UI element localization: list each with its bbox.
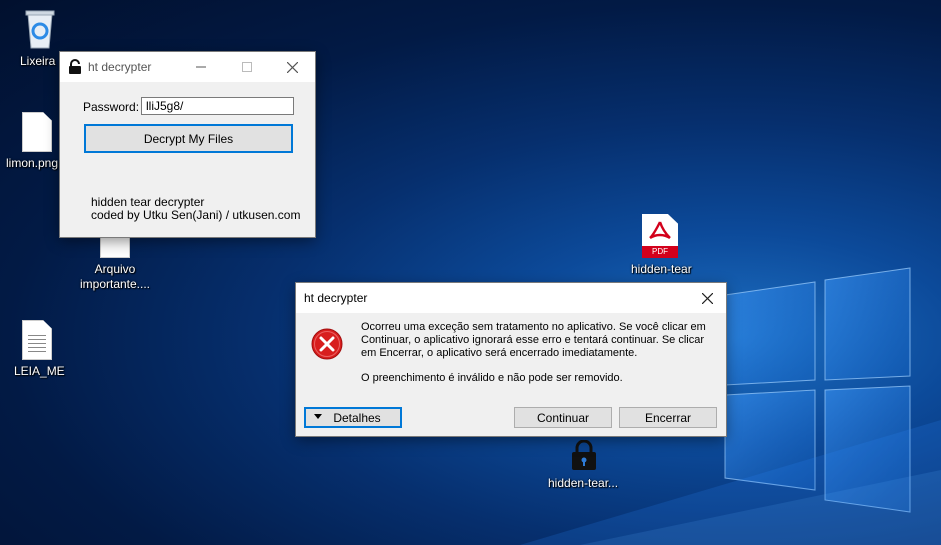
dialog-title: ht decrypter: [304, 291, 368, 305]
password-label: Password:: [83, 100, 140, 114]
error-detail: O preenchimento é inválido e não pode se…: [361, 372, 623, 384]
close-icon: [286, 61, 298, 73]
close-icon: [701, 292, 713, 304]
maximize-button[interactable]: [224, 52, 270, 82]
details-button-label: Detalhes: [333, 410, 381, 425]
error-dialog: ht decrypter Ocorreu uma exceção sem tra…: [296, 283, 726, 436]
quit-button-label: Encerrar: [644, 410, 691, 425]
desktop-icon-hidden-tear-pdf[interactable]: PDF hidden-tear: [620, 214, 700, 277]
password-value: lliJ5g8/: [146, 99, 184, 113]
window-title: ht decrypter: [88, 60, 152, 74]
desktop-icon-label: Arquivo importante....: [79, 262, 151, 291]
password-input[interactable]: lliJ5g8/: [141, 97, 294, 115]
decrypt-button-label: Decrypt My Files: [143, 131, 234, 146]
minimize-button[interactable]: [178, 52, 224, 82]
decrypter-window: ht decrypter Password: lliJ5g8/ Decrypt …: [60, 52, 315, 237]
dialog-close-button[interactable]: [688, 283, 726, 313]
error-dialog-titlebar[interactable]: ht decrypter: [296, 283, 726, 313]
credit-line-2: coded by Utku Sen(Jani) / utkusen.com: [91, 208, 301, 222]
desktop-icon-label: hidden-tear: [631, 262, 692, 276]
error-icon: [311, 328, 343, 360]
padlock-icon: [572, 440, 596, 470]
continue-button[interactable]: Continuar: [514, 407, 612, 428]
error-message: Ocorreu uma exceção sem tratamento no ap…: [361, 321, 706, 359]
close-button[interactable]: [269, 52, 315, 82]
recycle-bin-icon: [25, 10, 55, 49]
error-dialog-body: Ocorreu uma exceção sem tratamento no ap…: [296, 313, 726, 436]
text-file-icon: [22, 320, 52, 360]
pdf-file-icon: PDF: [642, 214, 678, 258]
quit-button[interactable]: Encerrar: [619, 407, 717, 428]
chevron-down-icon: [314, 414, 322, 419]
decrypt-button[interactable]: Decrypt My Files: [84, 124, 293, 153]
pdf-badge: PDF: [642, 246, 678, 258]
maximize-icon: [242, 62, 252, 72]
decrypter-titlebar[interactable]: ht decrypter: [60, 52, 315, 82]
lock-icon: [68, 59, 82, 78]
desktop-icon-leia-me[interactable]: LEIA_ME: [0, 320, 80, 379]
desktop-icon-hidden-tear-exe[interactable]: hidden-tear...: [544, 440, 624, 491]
file-icon: [22, 112, 52, 152]
continue-button-label: Continuar: [536, 410, 590, 425]
credit-line-1: hidden tear decrypter: [91, 195, 205, 209]
minimize-icon: [196, 66, 206, 68]
desktop-icon-label: LEIA_ME: [14, 364, 65, 378]
details-button[interactable]: Detalhes: [304, 407, 402, 428]
desktop-icon-label: hidden-tear...: [548, 476, 619, 490]
